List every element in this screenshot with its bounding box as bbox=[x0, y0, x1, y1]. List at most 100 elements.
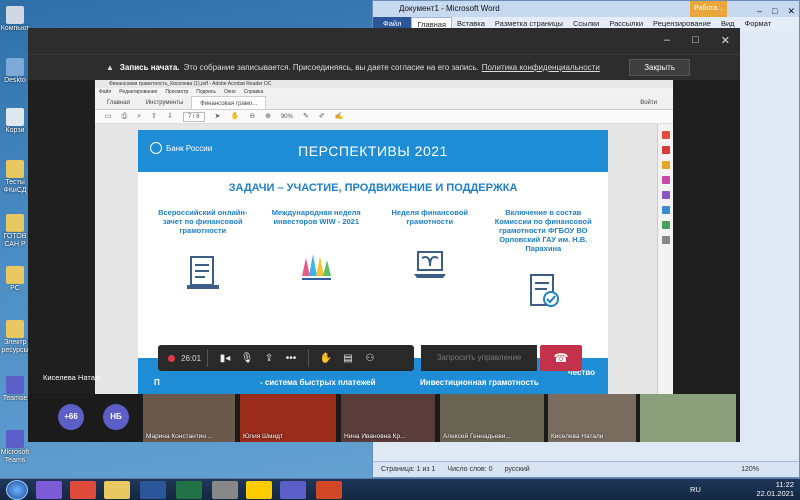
column-online-test: Всероссийский онлайн-зачет по финансовой… bbox=[153, 208, 253, 311]
zoom-in-icon[interactable]: ⊕ bbox=[265, 110, 271, 123]
print-icon[interactable]: ⎙ bbox=[122, 110, 128, 123]
page-number-input[interactable]: 7 / 8 bbox=[182, 112, 205, 122]
raise-hand-icon[interactable]: ✋ bbox=[315, 349, 337, 367]
desktop-icon-teams[interactable]: Microsoft Teams bbox=[0, 430, 30, 465]
start-button[interactable] bbox=[6, 480, 28, 500]
maximize-icon[interactable]: □ bbox=[692, 34, 699, 47]
participants-icon[interactable]: ⚇ bbox=[359, 349, 381, 367]
desktop-icon-desktop[interactable]: Deskto bbox=[0, 58, 30, 85]
minimize-icon[interactable]: – bbox=[757, 3, 762, 19]
search-icon[interactable]: ⌕ bbox=[137, 110, 141, 123]
sign-icon[interactable]: ✍ bbox=[335, 110, 344, 123]
page-up-icon[interactable]: ⇧ bbox=[151, 110, 157, 123]
menu-edit[interactable]: Редактирование bbox=[119, 88, 157, 96]
separator bbox=[308, 349, 310, 367]
column-investor-week: Международная неделя инвесторов WIW - 20… bbox=[266, 208, 366, 311]
desktop-icon-resources[interactable]: Электр ресурсы bbox=[0, 320, 30, 355]
desktop-icon-computer[interactable]: Компьют bbox=[0, 6, 30, 33]
close-icon[interactable]: ✕ bbox=[721, 34, 730, 47]
teams-icon[interactable] bbox=[280, 481, 306, 499]
acrobat-tabs: Главная Инструменты Финансовая грамо... … bbox=[95, 96, 673, 110]
chrome-icon[interactable] bbox=[70, 481, 96, 499]
camera-icon[interactable]: ▮◂ bbox=[214, 349, 236, 367]
desktop-icon-recycle-bin[interactable]: Корзи bbox=[0, 108, 30, 135]
alice-icon[interactable] bbox=[36, 481, 62, 499]
tab-home[interactable]: Главная bbox=[99, 96, 138, 109]
hang-up-button[interactable]: ☎ bbox=[540, 345, 582, 371]
participant-avatar[interactable]: НБ bbox=[103, 404, 129, 430]
close-icon[interactable]: ✕ bbox=[787, 3, 795, 19]
login-button[interactable]: Войти bbox=[632, 96, 665, 110]
app-icon[interactable] bbox=[212, 481, 238, 499]
menu-sign[interactable]: Подпись bbox=[196, 88, 216, 96]
separator bbox=[207, 349, 209, 367]
tab-document[interactable]: Финансовая грамо... bbox=[191, 96, 267, 109]
highlight-icon[interactable]: ✐ bbox=[319, 110, 325, 123]
page-down-icon[interactable]: ⇩ bbox=[167, 110, 173, 123]
maximize-icon[interactable]: □ bbox=[772, 3, 777, 19]
participant-name: Киселева Натали bbox=[551, 433, 604, 440]
fill-sign-icon[interactable] bbox=[661, 221, 670, 229]
acrobat-right-panel bbox=[657, 124, 673, 394]
save-icon[interactable]: ▭ bbox=[105, 110, 112, 123]
select-icon[interactable]: ➤ bbox=[215, 110, 221, 123]
edit-pdf-icon[interactable] bbox=[661, 206, 670, 214]
explorer-icon[interactable] bbox=[104, 481, 130, 499]
export-pdf-icon[interactable] bbox=[661, 131, 670, 139]
close-banner-button[interactable]: Закрыть bbox=[629, 59, 690, 76]
hand-icon[interactable]: ✋ bbox=[230, 110, 239, 123]
participant-tile[interactable]: Нина Ивановна Кр... bbox=[341, 394, 435, 442]
participant-tile[interactable]: Алексей Геннадьеви... bbox=[440, 394, 544, 442]
footer-fast-payments-text: система быстрых платежей bbox=[264, 378, 376, 387]
slide-columns: Всероссийский онлайн-зачет по финансовой… bbox=[138, 208, 608, 311]
mic-off-icon[interactable]: 🎙︎ bbox=[236, 349, 258, 367]
combine-icon[interactable] bbox=[661, 176, 670, 184]
tab-format[interactable]: Формат bbox=[740, 17, 777, 31]
menu-view[interactable]: Просмотр bbox=[165, 88, 188, 96]
desktop-icon-teamse[interactable]: Teamse bbox=[0, 376, 30, 403]
clock-time: 11:22 bbox=[775, 480, 794, 489]
participant-tile[interactable]: Марина Константин... bbox=[143, 394, 235, 442]
status-words: Число слов: 0 bbox=[447, 466, 493, 473]
slide-header: Банк России ПЕРСПЕКТИВЫ 2021 bbox=[138, 130, 608, 172]
privacy-policy-link[interactable]: Политика конфиденциальности bbox=[482, 63, 600, 72]
participant-name: Юлия Шмидт bbox=[243, 433, 283, 440]
comment-icon[interactable]: ✎ bbox=[303, 110, 309, 123]
menu-window[interactable]: Окно bbox=[224, 88, 236, 96]
more-tools-icon[interactable] bbox=[661, 236, 670, 244]
desktop-icon-tests[interactable]: Тесты ФКиСД bbox=[0, 160, 30, 195]
menu-file[interactable]: Файл bbox=[99, 88, 111, 96]
participant-tile[interactable] bbox=[640, 394, 736, 442]
zoom-level[interactable]: 90% bbox=[281, 110, 293, 123]
language-indicator[interactable]: RU bbox=[690, 485, 701, 494]
participant-tile[interactable]: Киселева Натали bbox=[548, 394, 636, 442]
participant-tile[interactable]: Юлия Шмидт bbox=[240, 394, 336, 442]
word-context-badge: Работа... bbox=[690, 1, 727, 17]
organize-icon[interactable] bbox=[661, 191, 670, 199]
status-zoom[interactable]: 120% bbox=[741, 462, 759, 478]
powerpoint-icon[interactable] bbox=[316, 481, 342, 499]
tab-tools[interactable]: Инструменты bbox=[138, 96, 191, 109]
word-icon[interactable] bbox=[140, 481, 166, 499]
request-control-button[interactable]: Запросить управление bbox=[421, 345, 537, 371]
chat-icon[interactable]: ▤ bbox=[337, 349, 359, 367]
participant-name: Нина Ивановна Кр... bbox=[344, 433, 406, 440]
clock[interactable]: 11:22 22.01.2021 bbox=[756, 480, 794, 498]
overflow-participants-button[interactable]: +66 bbox=[58, 404, 84, 430]
desktop-icon-rs[interactable]: РС bbox=[0, 266, 30, 293]
share-screen-icon[interactable]: ⇪ bbox=[258, 349, 280, 367]
yandex-browser-icon[interactable] bbox=[246, 481, 272, 499]
excel-icon[interactable] bbox=[176, 481, 202, 499]
desktop-icon-ready[interactable]: ГОТОВ САН Р bbox=[0, 214, 30, 249]
recording-notice: Это собрание записывается. Присоединяясь… bbox=[183, 63, 479, 72]
minimize-icon[interactable]: – bbox=[664, 34, 670, 47]
participant-name: Марина Константин... bbox=[146, 433, 212, 440]
zoom-out-icon[interactable]: ⊖ bbox=[249, 110, 255, 123]
column-text: Всероссийский онлайн-зачет по финансовой… bbox=[158, 208, 248, 235]
status-language[interactable]: русский bbox=[505, 462, 530, 477]
create-pdf-icon[interactable] bbox=[661, 146, 670, 154]
comment-tool-icon[interactable] bbox=[661, 161, 670, 169]
menu-help[interactable]: Справка bbox=[244, 88, 264, 96]
word-title: Документ1 - Microsoft Word bbox=[399, 4, 500, 13]
more-options-icon[interactable]: ••• bbox=[280, 349, 302, 367]
